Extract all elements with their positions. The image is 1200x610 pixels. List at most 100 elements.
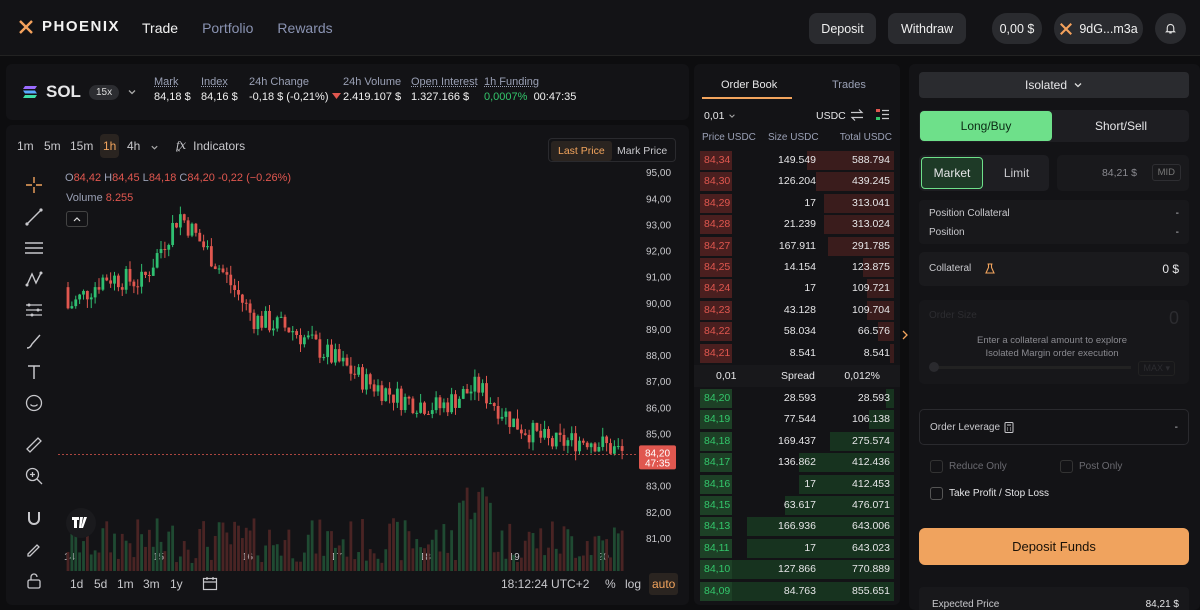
bid-price: 84,11 (704, 541, 730, 554)
bid-row[interactable]: 84,10 127.866 770.889 (694, 559, 900, 580)
candle-body (260, 315, 264, 328)
log-scale-toggle[interactable]: log (625, 577, 641, 591)
limit-order-tab[interactable]: Limit (986, 157, 1047, 189)
long-buy-tab[interactable]: Long/Buy (920, 111, 1052, 141)
tick-size-selector[interactable]: 0,01 (704, 110, 736, 122)
volume-bar (349, 521, 353, 571)
candle-body (221, 268, 225, 273)
market-order-tab[interactable]: Market (921, 157, 983, 189)
max-button[interactable]: MAX ▾ (1138, 361, 1175, 376)
auto-scale-toggle[interactable]: auto (649, 573, 679, 595)
bid-row[interactable]: 84,20 28.593 28.593 (694, 388, 900, 409)
volume-bar (578, 556, 581, 571)
candle-body (271, 328, 275, 331)
bid-row[interactable]: 84,11 17 643.023 (694, 538, 900, 559)
percent-scale-toggle[interactable]: % (605, 577, 616, 591)
ask-row[interactable]: 84,34 149.549 588.794 (694, 150, 900, 171)
bid-row[interactable]: 84,19 77.544 106.138 (694, 409, 900, 430)
volume-bar (206, 546, 209, 571)
deposit-button[interactable]: Deposit (809, 13, 876, 44)
flask-icon (985, 263, 995, 274)
ask-row[interactable]: 84,29 17 313.041 (694, 193, 900, 214)
mid-price-button[interactable]: MID (1151, 164, 1181, 181)
candle-body (202, 241, 206, 248)
ask-row[interactable]: 84,22 58.034 66.576 (694, 321, 900, 342)
market-selector[interactable]: SOL 15x (22, 82, 137, 102)
nav-trade[interactable]: Trade (142, 20, 178, 36)
ask-row[interactable]: 84,21 8.541 8.541 (694, 343, 900, 364)
withdraw-button[interactable]: Withdraw (888, 13, 966, 44)
ask-row[interactable]: 84,24 17 109.721 (694, 278, 900, 299)
range-1d[interactable]: 1d (70, 577, 83, 591)
range-5d[interactable]: 5d (94, 577, 107, 591)
book-layout-icon[interactable] (876, 109, 889, 121)
bid-row[interactable]: 84,16 17 412.453 (694, 474, 900, 495)
bid-row[interactable]: 84,15 63.617 476.071 (694, 495, 900, 516)
margin-mode-select[interactable]: Isolated (919, 72, 1189, 98)
deposit-funds-button[interactable]: Deposit Funds (919, 528, 1189, 565)
bid-row[interactable]: 84,09 84.763 855.651 (694, 581, 900, 602)
tradingview-logo[interactable] (66, 508, 96, 538)
limit-price-input[interactable]: 84,21 $ MID (1057, 155, 1189, 191)
volume-bar (237, 525, 240, 571)
ask-size: 43.128 (783, 303, 816, 316)
swap-currency-icon[interactable] (850, 109, 864, 121)
expand-panel-icon[interactable] (901, 330, 909, 340)
candle-body (66, 287, 70, 309)
volume-bar (562, 526, 566, 571)
candle-body (345, 357, 349, 366)
phoenix-logo[interactable]: PHOENIX (18, 18, 120, 35)
candle-body (128, 268, 132, 282)
volume-bar (570, 536, 574, 571)
candle-body (318, 339, 322, 358)
bid-size: 84.763 (783, 584, 816, 597)
ask-row[interactable]: 84,25 14.154 123.875 (694, 257, 900, 278)
date-range-icon[interactable] (202, 576, 218, 591)
range-1m[interactable]: 1m (117, 577, 134, 591)
ask-row[interactable]: 84,27 167.911 291.785 (694, 236, 900, 257)
post-only-label: Post Only (1079, 461, 1123, 472)
nav-portfolio[interactable]: Portfolio (202, 20, 253, 36)
bid-row[interactable]: 84,13 166.936 643.006 (694, 516, 900, 537)
range-3m[interactable]: 3m (143, 577, 160, 591)
tab-order-book[interactable]: Order Book (721, 79, 777, 91)
position-collateral-label: Position Collateral (929, 208, 1010, 219)
volume-bar (384, 549, 388, 571)
bid-row[interactable]: 84,17 136.862 412.436 (694, 452, 900, 473)
range-1y[interactable]: 1y (170, 577, 183, 591)
ask-row[interactable]: 84,30 126.204 439.245 (694, 171, 900, 192)
candle-body (147, 274, 151, 276)
candle-body (109, 280, 113, 284)
volume-bar (361, 519, 364, 571)
candle-body (407, 396, 411, 399)
wallet-address: 9dG...m3a (1079, 21, 1138, 36)
volume-bar (620, 530, 624, 571)
y-tick-label: 81,00 (646, 534, 671, 545)
candle-body (531, 422, 535, 443)
volume-bar (609, 557, 612, 571)
tpsl-checkbox[interactable] (930, 487, 943, 500)
nav-rewards[interactable]: Rewards (277, 20, 332, 36)
tab-trades[interactable]: Trades (832, 79, 866, 91)
size-slider-track[interactable] (931, 366, 1131, 369)
candle-body (194, 223, 198, 233)
reduce-only-checkbox[interactable] (930, 460, 943, 473)
ask-row[interactable]: 84,23 43.128 109.704 (694, 300, 900, 321)
ask-row[interactable]: 84,28 21.239 313.024 (694, 214, 900, 235)
notifications-button[interactable] (1155, 13, 1186, 44)
volume-bar (283, 540, 287, 571)
volume-bar (500, 530, 504, 571)
bid-row[interactable]: 84,18 169.437 275.574 (694, 431, 900, 452)
candle-body (136, 286, 140, 288)
volume-bar (423, 548, 426, 571)
post-only-checkbox[interactable] (1060, 460, 1073, 473)
short-sell-tab[interactable]: Short/Sell (1054, 111, 1188, 141)
collateral-input[interactable]: Collateral 0 $ (919, 252, 1189, 286)
size-slider-handle[interactable] (929, 362, 939, 372)
order-leverage-field[interactable]: Order Leverage - (919, 409, 1189, 445)
balance-badge[interactable]: 0,00 $ (992, 13, 1042, 44)
price-chart[interactable]: 95,00 94,00 93,00 92,00 91,00 90,00 89,00 88,00… (6, 125, 689, 605)
wallet-button[interactable]: 9dG...m3a (1054, 13, 1143, 44)
volume-bar (89, 554, 93, 571)
bid-price: 84,16 (704, 477, 731, 490)
